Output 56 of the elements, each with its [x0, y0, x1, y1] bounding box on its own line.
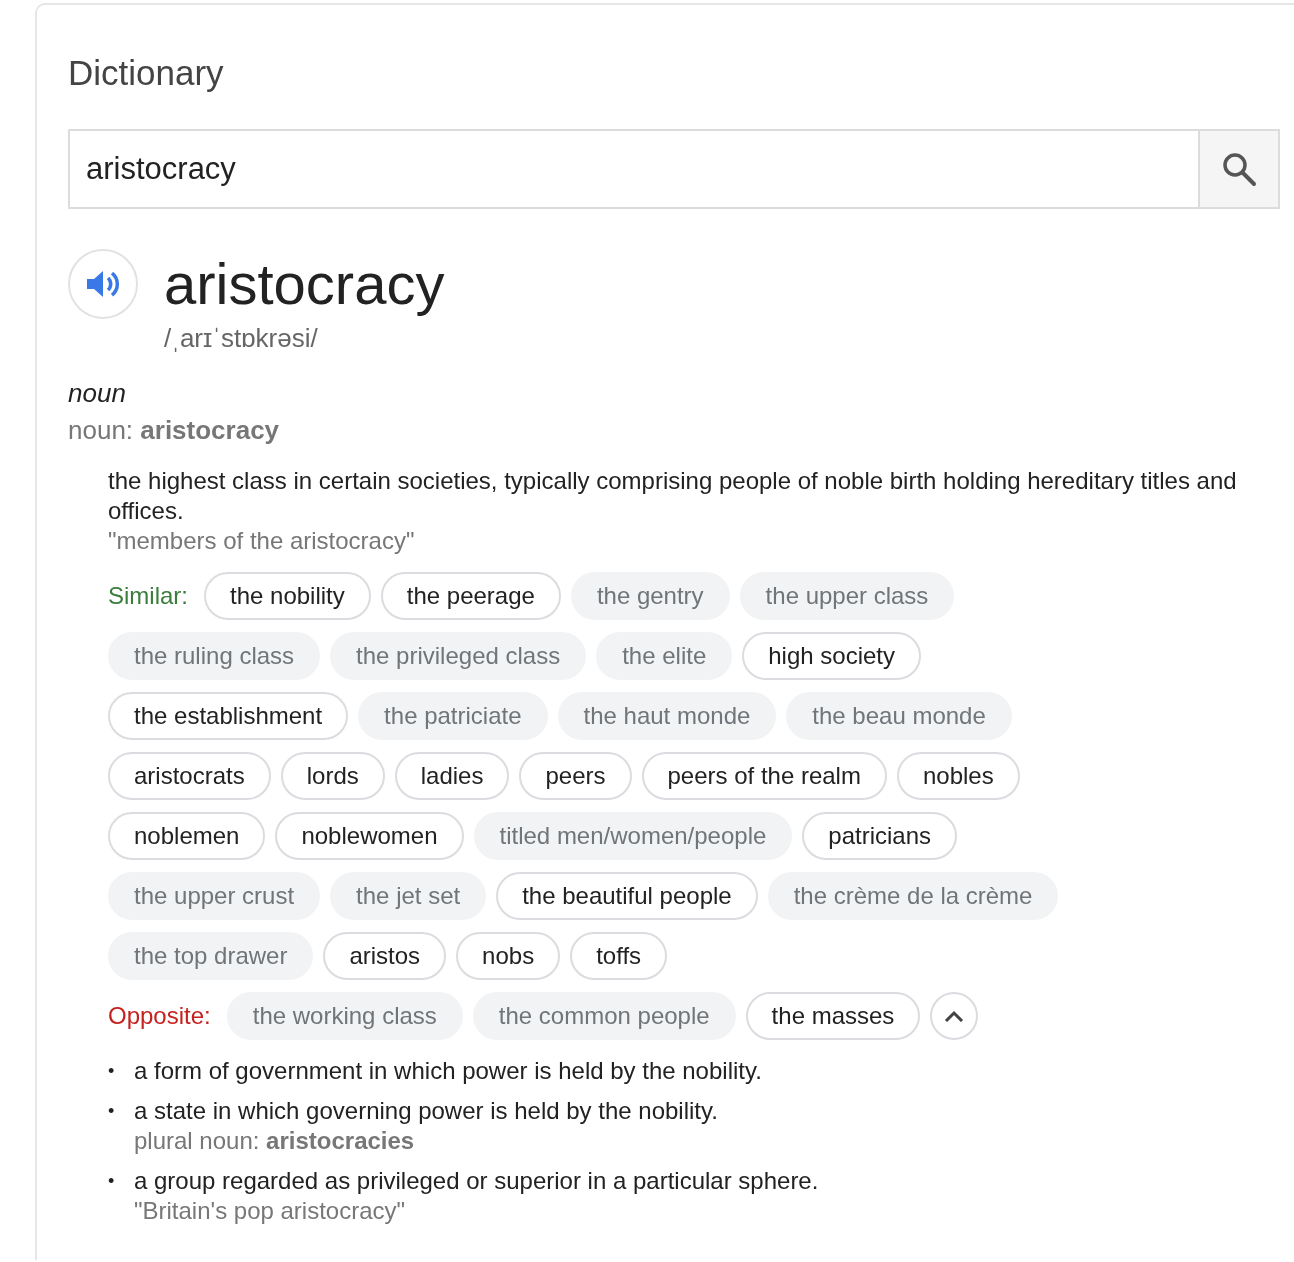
word-form: noun: aristocracy — [68, 415, 281, 446]
speaker-icon — [85, 269, 121, 299]
synonym-chip[interactable]: high society — [742, 632, 921, 680]
synonym-chip[interactable]: the haut monde — [557, 692, 777, 740]
synonym-chip[interactable]: the establishment — [108, 692, 349, 740]
synonym-chip[interactable]: the elite — [596, 632, 733, 680]
synonym-chip[interactable]: noblewomen — [275, 812, 464, 860]
synonym-chip[interactable]: ladies — [394, 752, 510, 800]
section-title: Dictionary — [68, 53, 225, 93]
synonym-chip[interactable]: the working class — [226, 992, 463, 1040]
synonym-chip[interactable]: peers of the realm — [641, 752, 887, 800]
collapse-button[interactable] — [930, 992, 979, 1040]
phonetic-spelling: /ˌarɪˈstɒkrəsi/ — [164, 323, 319, 354]
synonym-chip[interactable]: noblemen — [108, 812, 266, 860]
synonym-chip[interactable]: the jet set — [330, 872, 487, 920]
bullet: • — [108, 1100, 116, 1123]
synonym-chip[interactable]: the ruling class — [108, 632, 321, 680]
synonym-chip[interactable]: aristos — [323, 932, 447, 980]
synonym-chip[interactable]: lords — [280, 752, 385, 800]
part-of-speech: noun — [68, 378, 127, 409]
definition-text: a form of government in which power is held by the nobility. — [134, 1056, 762, 1086]
definition-text: a state in which governing power is held by the nobility. — [134, 1096, 718, 1126]
synonym-chip[interactable]: the upper class — [739, 572, 955, 620]
headword: aristocracy — [164, 250, 445, 318]
synonym-chip[interactable]: the masses — [745, 992, 921, 1040]
synonym-chip[interactable]: aristocrats — [108, 752, 271, 800]
definition-text: a group regarded as privileged or superior in a particular sphere. — [134, 1166, 819, 1196]
synonym-chip[interactable]: the beautiful people — [496, 872, 758, 920]
synonym-chip[interactable]: peers — [519, 752, 632, 800]
synonym-chip[interactable]: the top drawer — [108, 932, 314, 980]
synonym-chip[interactable]: patricians — [802, 812, 958, 860]
bullet: • — [108, 1170, 116, 1193]
synonym-chip[interactable]: the crème de la crème — [767, 872, 1059, 920]
bullet: • — [108, 1060, 116, 1083]
synonym-chip[interactable]: the nobility — [204, 572, 371, 620]
synonym-chip[interactable]: nobles — [896, 752, 1020, 800]
search-icon — [1221, 151, 1257, 187]
synonym-chip[interactable]: toffs — [570, 932, 668, 980]
word-form: plural noun: aristocracies — [134, 1126, 416, 1156]
search-button[interactable] — [1198, 129, 1280, 209]
synonym-chip[interactable]: the peerage — [380, 572, 561, 620]
synonym-chip[interactable]: the upper crust — [108, 872, 321, 920]
synonym-chip[interactable]: the beau monde — [786, 692, 1012, 740]
search-field[interactable]: aristocracy — [68, 129, 1198, 209]
example-text: "members of the aristocracy" — [108, 526, 416, 556]
synonym-chip[interactable]: the common people — [472, 992, 736, 1040]
synonym-chip[interactable]: the patriciate — [358, 692, 548, 740]
synonym-chip[interactable]: the gentry — [570, 572, 730, 620]
definition-text: the highest class in certain societies, typically comprising people of noble birth holding hereditary titles and offices. — [108, 466, 1238, 526]
synonym-chip[interactable]: the privileged class — [330, 632, 587, 680]
synonym-chip[interactable]: titled men/women/people — [473, 812, 793, 860]
opposite-label: Opposite: — [108, 1002, 211, 1030]
similar-label: Similar: — [108, 582, 188, 610]
synonym-chip[interactable]: nobs — [456, 932, 561, 980]
example-text: "Britain's pop aristocracy" — [134, 1196, 407, 1226]
chevron-up-icon — [944, 1010, 965, 1022]
